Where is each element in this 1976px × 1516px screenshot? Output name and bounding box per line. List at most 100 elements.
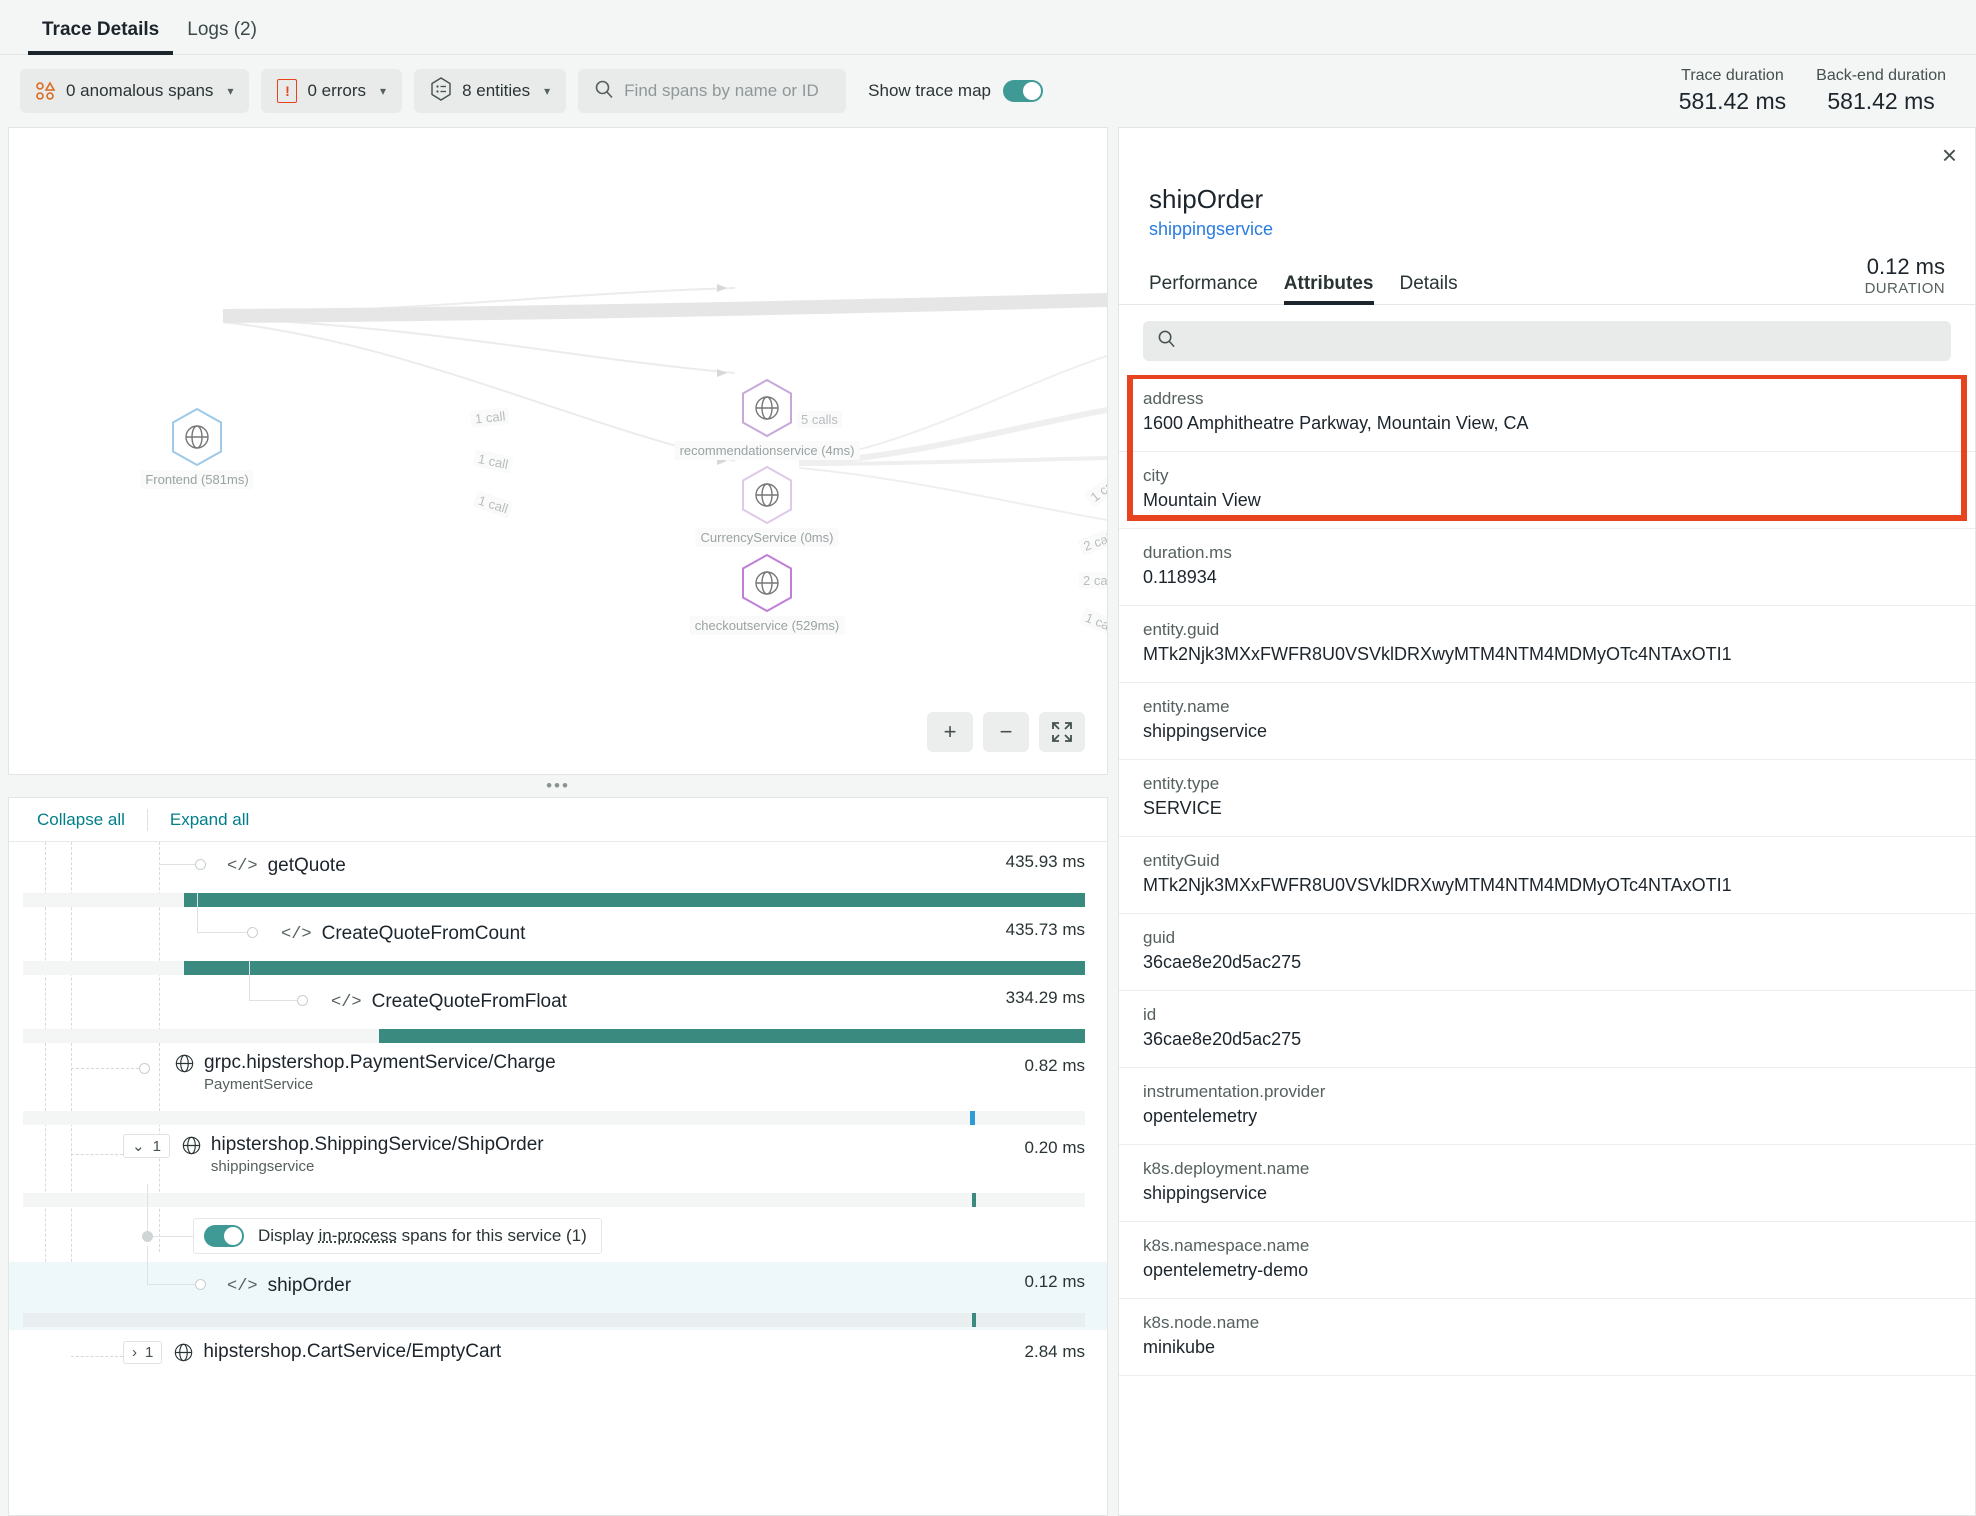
attribute-key: entity.name [1143, 697, 1230, 717]
trace-map-node-checkoutservice[interactable]: checkoutservice (529ms) [689, 553, 845, 635]
attributes-list[interactable]: address 1600 Amphitheatre Parkway, Mount… [1119, 375, 1975, 1515]
expand-collapse-button[interactable]: ⌄ 1 [123, 1134, 170, 1158]
tab-details[interactable]: Details [1400, 273, 1458, 305]
attribute-row-city[interactable]: city Mountain View [1119, 452, 1975, 530]
table-row-selected[interactable]: </> shipOrder 0.12 ms [9, 1246, 1107, 1330]
span-row-main[interactable]: grpc.hipstershop.PaymentService/Charge P… [9, 1046, 1107, 1108]
span-duration: 435.93 ms [1005, 852, 1085, 871]
tab-logs[interactable]: Logs (2) [173, 19, 271, 54]
span-bar-track [23, 893, 1085, 907]
show-trace-map-control[interactable]: Show trace map [868, 80, 1043, 102]
tree-node-dot [139, 1063, 150, 1074]
attribute-row-entity-type[interactable]: entity.type SERVICE [1119, 760, 1975, 838]
tree-node-dot [195, 1279, 206, 1290]
attribute-row-instrumentation-provider[interactable]: instrumentation.provider opentelemetry [1119, 1068, 1975, 1146]
close-icon[interactable]: × [1942, 142, 1957, 168]
tree-connector [71, 1154, 123, 1155]
search-input[interactable] [624, 81, 831, 101]
trace-map-node-recommendationservice[interactable]: recommendationservice (4ms) [674, 378, 860, 460]
search-icon [1157, 329, 1176, 353]
span-row-main[interactable]: </> CreateQuoteFromFloat 334.29 ms [9, 960, 1107, 1026]
span-label: CreateQuoteFromCount [321, 923, 526, 944]
display-inprocess-spans-toggle[interactable]: Display in-process spans for this servic… [193, 1218, 602, 1254]
span-duration: 435.73 ms [1005, 920, 1085, 939]
attribute-search-box[interactable] [1143, 321, 1951, 361]
collapse-all-button[interactable]: Collapse all [37, 810, 125, 830]
span-service: shippingservice [210, 1158, 315, 1175]
attribute-row-id[interactable]: id 36cae8e20d5ac275 [1119, 991, 1975, 1069]
tree-node-dot [195, 859, 206, 870]
attribute-row-k8s-node-name[interactable]: k8s.node.name minikube [1119, 1299, 1975, 1377]
inprocess-toggle-row[interactable]: Display in-process spans for this servic… [9, 1184, 1107, 1262]
span-bar-row [9, 1108, 1107, 1128]
globe-icon [182, 1136, 201, 1155]
span-row-main[interactable]: </> getQuote 435.93 ms [9, 842, 1107, 890]
attribute-row-entity-name[interactable]: entity.name shippingservice [1119, 683, 1975, 761]
attribute-key: guid [1143, 928, 1176, 948]
tree-guide [147, 1246, 148, 1284]
span-bar [184, 893, 1085, 907]
fit-to-screen-button[interactable] [1039, 712, 1085, 752]
span-row-main[interactable]: › 1 hipstershop.CartService/EmptyCart 2.… [9, 1330, 1107, 1374]
trace-map-node-frontend[interactable]: Frontend (581ms) [140, 407, 254, 489]
entities-filter[interactable]: 8 entities ▾ [414, 69, 567, 113]
attribute-value: shippingservice [1143, 721, 1268, 742]
trace-map-node-currencyservice[interactable]: CurrencyService (0ms) [695, 465, 839, 547]
attribute-row-entity-guid[interactable]: entity.guid MTk2Njk3MXxFWFR8U0VSVklDRXwy… [1119, 606, 1975, 684]
attribute-key: city [1143, 466, 1169, 486]
span-row-main[interactable]: </> CreateQuoteFromCount 435.73 ms [9, 892, 1107, 958]
inprocess-term[interactable]: in-process [318, 1226, 396, 1245]
expand-collapse-button[interactable]: › 1 [123, 1340, 163, 1364]
trace-map-controls: + − [927, 712, 1085, 752]
chevron-down-icon: ⌄ [132, 1138, 145, 1155]
attribute-row-address[interactable]: address 1600 Amphitheatre Parkway, Mount… [1119, 375, 1975, 453]
attribute-row-k8s-namespace-name[interactable]: k8s.namespace.name opentelemetry-demo [1119, 1222, 1975, 1300]
attribute-search-input[interactable] [1186, 331, 1937, 351]
attribute-row-entityguid[interactable]: entityGuid MTk2Njk3MXxFWFR8U0VSVklDRXwyM… [1119, 837, 1975, 915]
anomalous-spans-filter[interactable]: 0 anomalous spans ▾ [20, 69, 250, 113]
globe-icon [755, 483, 779, 507]
errors-label: 0 errors [307, 81, 367, 100]
span-name: </> CreateQuoteFromFloat [331, 991, 567, 1013]
span-bar-track [23, 1313, 1085, 1327]
code-icon: </> [227, 1276, 258, 1296]
span-label: getQuote [267, 855, 346, 876]
inprocess-switch[interactable] [204, 1225, 244, 1247]
attribute-row-duration-ms[interactable]: duration.ms 0.118934 [1119, 529, 1975, 607]
entities-label: 8 entities [462, 81, 531, 100]
inprocess-suffix: spans for this service (1) [396, 1226, 587, 1245]
tab-performance[interactable]: Performance [1149, 273, 1258, 305]
panel-resize-handle[interactable]: ••• [8, 775, 1108, 797]
table-row[interactable]: </> CreateQuoteFromFloat 334.29 ms [9, 960, 1107, 1046]
attribute-row-k8s-deployment-name[interactable]: k8s.deployment.name shippingservice [1119, 1145, 1975, 1223]
show-trace-map-toggle[interactable] [1003, 80, 1043, 102]
span-waterfall: Collapse all Expand all </> getQuote 435… [8, 797, 1108, 1516]
table-row[interactable]: ⌄ 1 hipstershop.ShippingService/ShipOrde… [9, 1128, 1107, 1210]
span-row-main[interactable]: </> shipOrder 0.12 ms [9, 1246, 1107, 1310]
tab-trace-details[interactable]: Trace Details [28, 19, 174, 55]
trace-map[interactable]: Frontend (581ms) recommendationservice (… [8, 127, 1108, 775]
span-row-main[interactable]: ⌄ 1 hipstershop.ShippingService/ShipOrde… [9, 1128, 1107, 1190]
anomalous-spans-label: 0 anomalous spans [66, 81, 214, 100]
span-duration: 334.29 ms [1005, 988, 1085, 1007]
trace-toolbar: 0 anomalous spans ▾ ! 0 errors ▾ 8 entit… [0, 55, 1976, 127]
attribute-value: 36cae8e20d5ac275 [1143, 952, 1302, 973]
errors-filter[interactable]: ! 0 errors ▾ [261, 69, 403, 113]
attribute-row-guid[interactable]: guid 36cae8e20d5ac275 [1119, 914, 1975, 992]
tab-attributes[interactable]: Attributes [1283, 273, 1374, 305]
table-row[interactable]: </> getQuote 435.93 ms [9, 842, 1107, 910]
zoom-in-button[interactable]: + [927, 712, 973, 752]
table-row[interactable]: </> CreateQuoteFromCount 435.73 ms [9, 892, 1107, 978]
expand-all-button[interactable]: Expand all [170, 810, 249, 830]
tree-connector [159, 864, 197, 865]
span-search-box[interactable] [578, 69, 847, 113]
trace-duration-value: 581.42 ms [1678, 88, 1787, 114]
waterfall-header: Collapse all Expand all [9, 798, 1107, 842]
table-row[interactable]: grpc.hipstershop.PaymentService/Charge P… [9, 1046, 1107, 1128]
globe-icon [755, 396, 779, 420]
duration-label: DURATION [1864, 280, 1945, 297]
zoom-out-button[interactable]: − [983, 712, 1029, 752]
service-link[interactable]: shippingservice [1149, 219, 1945, 240]
attribute-key: k8s.namespace.name [1143, 1236, 1310, 1256]
table-row[interactable]: › 1 hipstershop.CartService/EmptyCart 2.… [9, 1330, 1107, 1374]
